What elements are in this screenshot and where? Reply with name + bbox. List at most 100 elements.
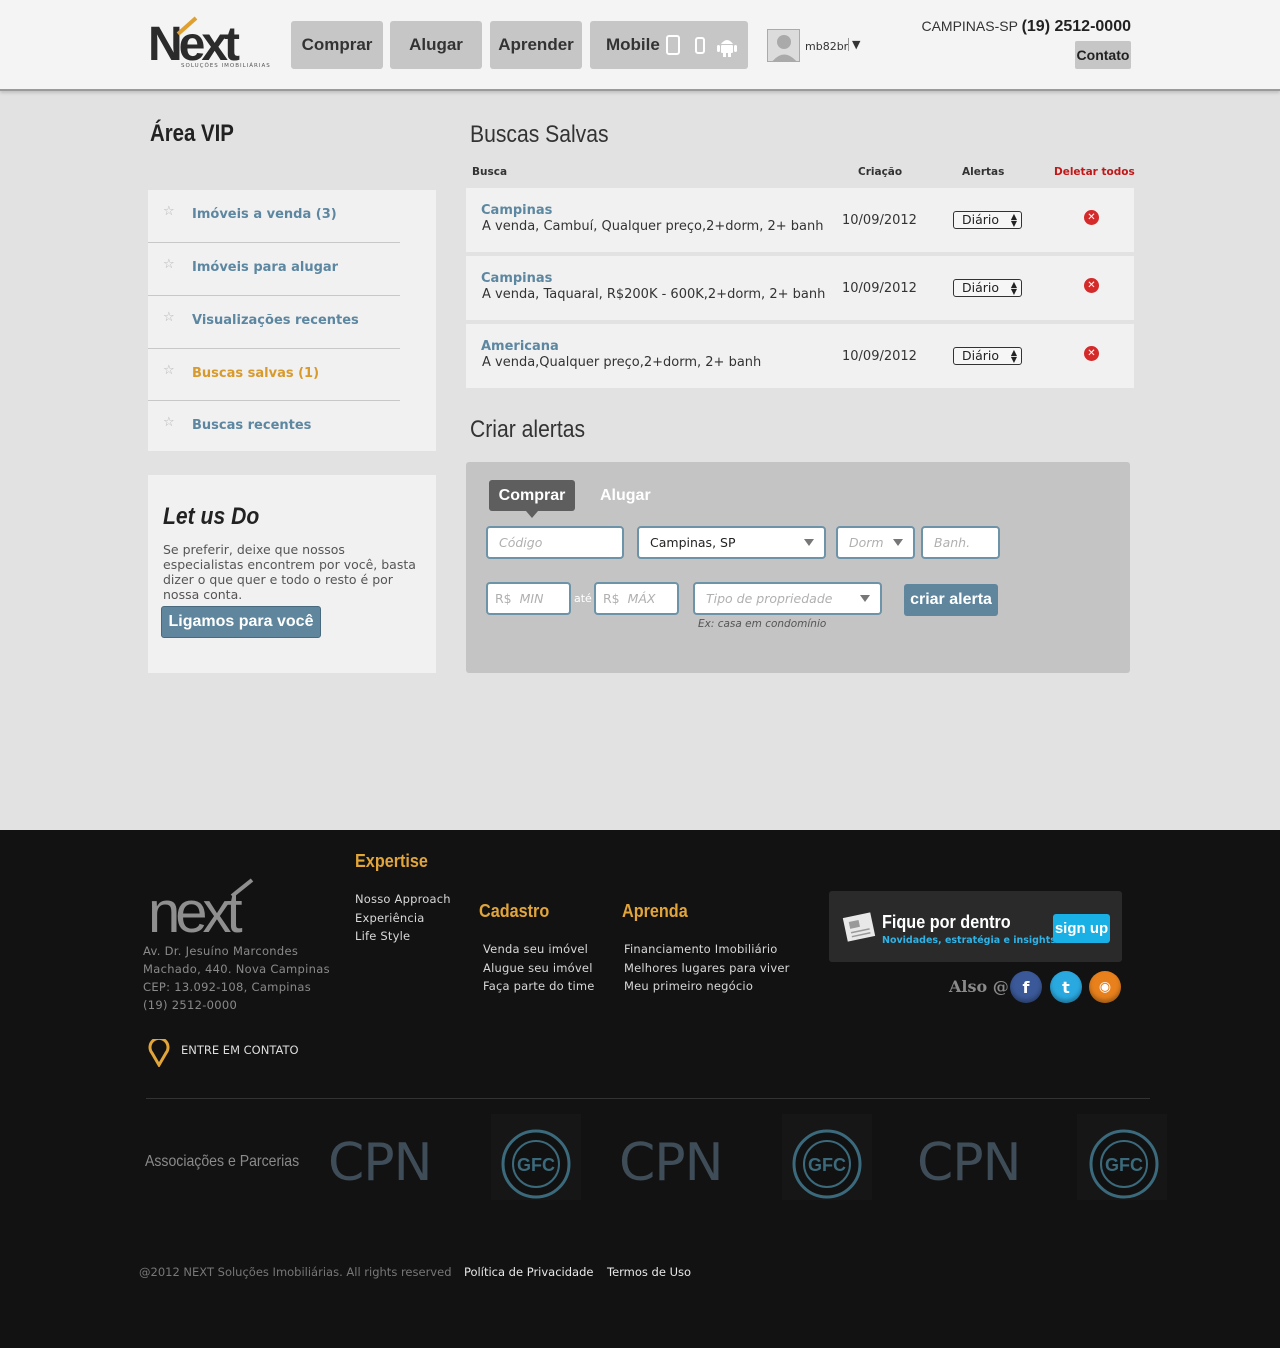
svg-text:GFC: GFC bbox=[1105, 1155, 1143, 1175]
alert-frequency-select[interactable]: Diário ▲ ▼ bbox=[953, 279, 1022, 297]
menu-item-imoveis-alugar[interactable]: ☆ Imóveis para alugar bbox=[148, 243, 400, 296]
star-icon: ☆ bbox=[163, 363, 175, 378]
avatar[interactable] bbox=[767, 29, 800, 62]
tab-alugar[interactable]: Alugar bbox=[600, 487, 651, 505]
nav-mobile-label: Mobile bbox=[606, 35, 660, 54]
bath-input[interactable]: Banh. bbox=[921, 526, 1000, 559]
ligamos-button[interactable]: Ligamos para você bbox=[161, 606, 321, 638]
partner-logo-cpn[interactable]: CPN bbox=[328, 1133, 433, 1193]
price-min-input[interactable]: R$ MIN bbox=[486, 582, 571, 615]
create-alert-button[interactable]: criar alerta bbox=[904, 584, 998, 616]
star-icon: ☆ bbox=[163, 415, 175, 430]
footer-heading-expertise: Expertise bbox=[355, 851, 428, 871]
footer-links-aprenda: Financiamento Imobiliário Melhores lugar… bbox=[624, 940, 790, 996]
partner-logo-gfc[interactable]: GFC bbox=[491, 1114, 581, 1200]
select-arrows-icon: ▲ ▼ bbox=[1010, 212, 1017, 228]
star-icon: ☆ bbox=[163, 204, 175, 219]
nav-alugar[interactable]: Alugar bbox=[390, 21, 482, 69]
partner-logo-gfc[interactable]: GFC bbox=[782, 1114, 872, 1200]
footer-divider bbox=[146, 1098, 1150, 1099]
saved-search-row: Campinas A venda, Taquaral, R$200K - 600… bbox=[466, 256, 1134, 320]
footer-link[interactable]: Life Style bbox=[355, 927, 451, 946]
footer-link[interactable]: Meu primeiro negócio bbox=[624, 977, 790, 996]
search-city-link[interactable]: Americana bbox=[481, 339, 559, 354]
footer-heading-cadastro: Cadastro bbox=[479, 901, 550, 921]
city-select-value: Campinas, SP bbox=[650, 535, 736, 550]
price-min-placeholder: MIN bbox=[519, 591, 544, 606]
club-seal-icon: GFC bbox=[792, 1129, 862, 1199]
terms-link[interactable]: Termos de Uso bbox=[607, 1265, 691, 1279]
menu-item-label: Buscas recentes bbox=[192, 418, 312, 433]
dorm-select[interactable]: Dorm bbox=[836, 526, 915, 559]
saved-search-row: Americana A venda,Qualquer preço,2+dorm,… bbox=[466, 324, 1134, 388]
address-line: CEP: 13.092-108, Campinas bbox=[143, 980, 312, 994]
price-max-input[interactable]: R$ MÁX bbox=[594, 582, 679, 615]
delete-icon[interactable]: ✕ bbox=[1084, 210, 1099, 225]
create-alert-panel: Comprar Alugar Código Campinas, SP Dorm … bbox=[466, 462, 1130, 673]
twitter-icon[interactable]: t bbox=[1050, 971, 1082, 1003]
nav-comprar[interactable]: Comprar bbox=[291, 21, 383, 69]
copyright: @2012 NEXT Soluções Imobiliárias. All ri… bbox=[139, 1265, 452, 1279]
saved-search-row: Campinas A venda, Cambuí, Qualquer preço… bbox=[466, 188, 1134, 252]
nav-mobile[interactable]: Mobile bbox=[590, 21, 748, 69]
footer-link[interactable]: Experiência bbox=[355, 909, 451, 928]
menu-item-buscas-salvas[interactable]: ☆ Buscas salvas (1) bbox=[148, 349, 400, 401]
to-label: até bbox=[574, 592, 592, 605]
delete-icon[interactable]: ✕ bbox=[1084, 346, 1099, 361]
nav-aprender[interactable]: Aprender bbox=[490, 21, 582, 69]
create-alert-title: Criar alertas bbox=[470, 416, 586, 443]
footer-link[interactable]: Alugue seu imóvel bbox=[483, 959, 595, 978]
footer-contact-link[interactable]: ENTRE EM CONTATO bbox=[181, 1043, 299, 1057]
club-seal-icon: GFC bbox=[501, 1129, 571, 1199]
let-us-do-title: Let us Do bbox=[163, 503, 260, 530]
city-select[interactable]: Campinas, SP bbox=[637, 526, 826, 559]
partner-logo-cpn[interactable]: CPN bbox=[619, 1133, 724, 1193]
search-date: 10/09/2012 bbox=[842, 213, 917, 228]
footer-link[interactable]: Melhores lugares para viver bbox=[624, 959, 790, 978]
user-menu-caret[interactable]: ▼ bbox=[848, 38, 860, 51]
menu-item-buscas-recentes[interactable]: ☆ Buscas recentes bbox=[148, 401, 400, 454]
partner-logo-cpn[interactable]: CPN bbox=[917, 1133, 1022, 1193]
address-line: Av. Dr. Jesuíno Marcondes bbox=[143, 944, 299, 958]
footer-link[interactable]: Nosso Approach bbox=[355, 890, 451, 909]
alert-frequency-select[interactable]: Diário ▲ ▼ bbox=[953, 211, 1022, 229]
code-input[interactable]: Código bbox=[486, 526, 624, 559]
select-arrows-icon: ▲ ▼ bbox=[1010, 348, 1017, 364]
property-type-placeholder: Tipo de propriedade bbox=[706, 591, 833, 606]
footer-link[interactable]: Faça parte do time bbox=[483, 977, 595, 996]
contato-button[interactable]: Contato bbox=[1075, 41, 1131, 69]
search-city-link[interactable]: Campinas bbox=[481, 203, 552, 218]
facebook-icon[interactable]: f bbox=[1010, 971, 1042, 1003]
username[interactable]: mb82br bbox=[805, 40, 848, 53]
property-type-hint: Ex: casa em condomínio bbox=[698, 618, 827, 630]
sign-up-button[interactable]: sign up bbox=[1053, 914, 1110, 943]
select-arrows-icon: ▲ ▼ bbox=[1010, 280, 1017, 296]
tab-comprar[interactable]: Comprar bbox=[489, 480, 575, 518]
col-header-busca: Busca bbox=[472, 166, 508, 178]
location-pin-icon bbox=[148, 1039, 170, 1067]
phone-number: (19) 2512-0000 bbox=[1021, 18, 1131, 35]
alert-frequency-select[interactable]: Diário ▲ ▼ bbox=[953, 347, 1022, 365]
rss-icon[interactable]: ◉ bbox=[1089, 971, 1121, 1003]
menu-item-visualizacoes[interactable]: ☆ Visualizações recentes bbox=[148, 296, 400, 349]
footer-link[interactable]: Financiamento Imobiliário bbox=[624, 940, 790, 959]
delete-icon[interactable]: ✕ bbox=[1084, 278, 1099, 293]
footer-links-expertise: Nosso Approach Experiência Life Style bbox=[355, 890, 451, 946]
newsletter-box: Fique por dentro Novidades, estratégia e… bbox=[829, 891, 1122, 962]
footer-link[interactable]: Venda seu imóvel bbox=[483, 940, 595, 959]
property-type-select[interactable]: Tipo de propriedade bbox=[693, 582, 882, 615]
alert-frequency-value: Diário bbox=[962, 348, 1000, 363]
let-us-do-box: Let us Do Se preferir, deixe que nossos … bbox=[148, 475, 436, 673]
search-city-link[interactable]: Campinas bbox=[481, 271, 552, 286]
delete-all-link[interactable]: Deletar todos bbox=[1054, 166, 1135, 178]
partner-logo-gfc[interactable]: GFC bbox=[1077, 1114, 1167, 1200]
search-description: A venda,Qualquer preço,2+dorm, 2+ banh bbox=[482, 355, 762, 370]
dorm-placeholder: Dorm bbox=[849, 535, 884, 550]
privacy-link[interactable]: Política de Privacidade bbox=[464, 1265, 593, 1279]
menu-item-imoveis-venda[interactable]: ☆ Imóveis a venda (3) bbox=[148, 190, 400, 243]
footer-next-logo[interactable]: next bbox=[148, 878, 288, 936]
tablet-icon bbox=[666, 35, 680, 55]
currency-label: R$ bbox=[495, 591, 512, 606]
user-icon bbox=[772, 35, 797, 61]
address-line: Machado, 440. Nova Campinas bbox=[143, 962, 330, 976]
